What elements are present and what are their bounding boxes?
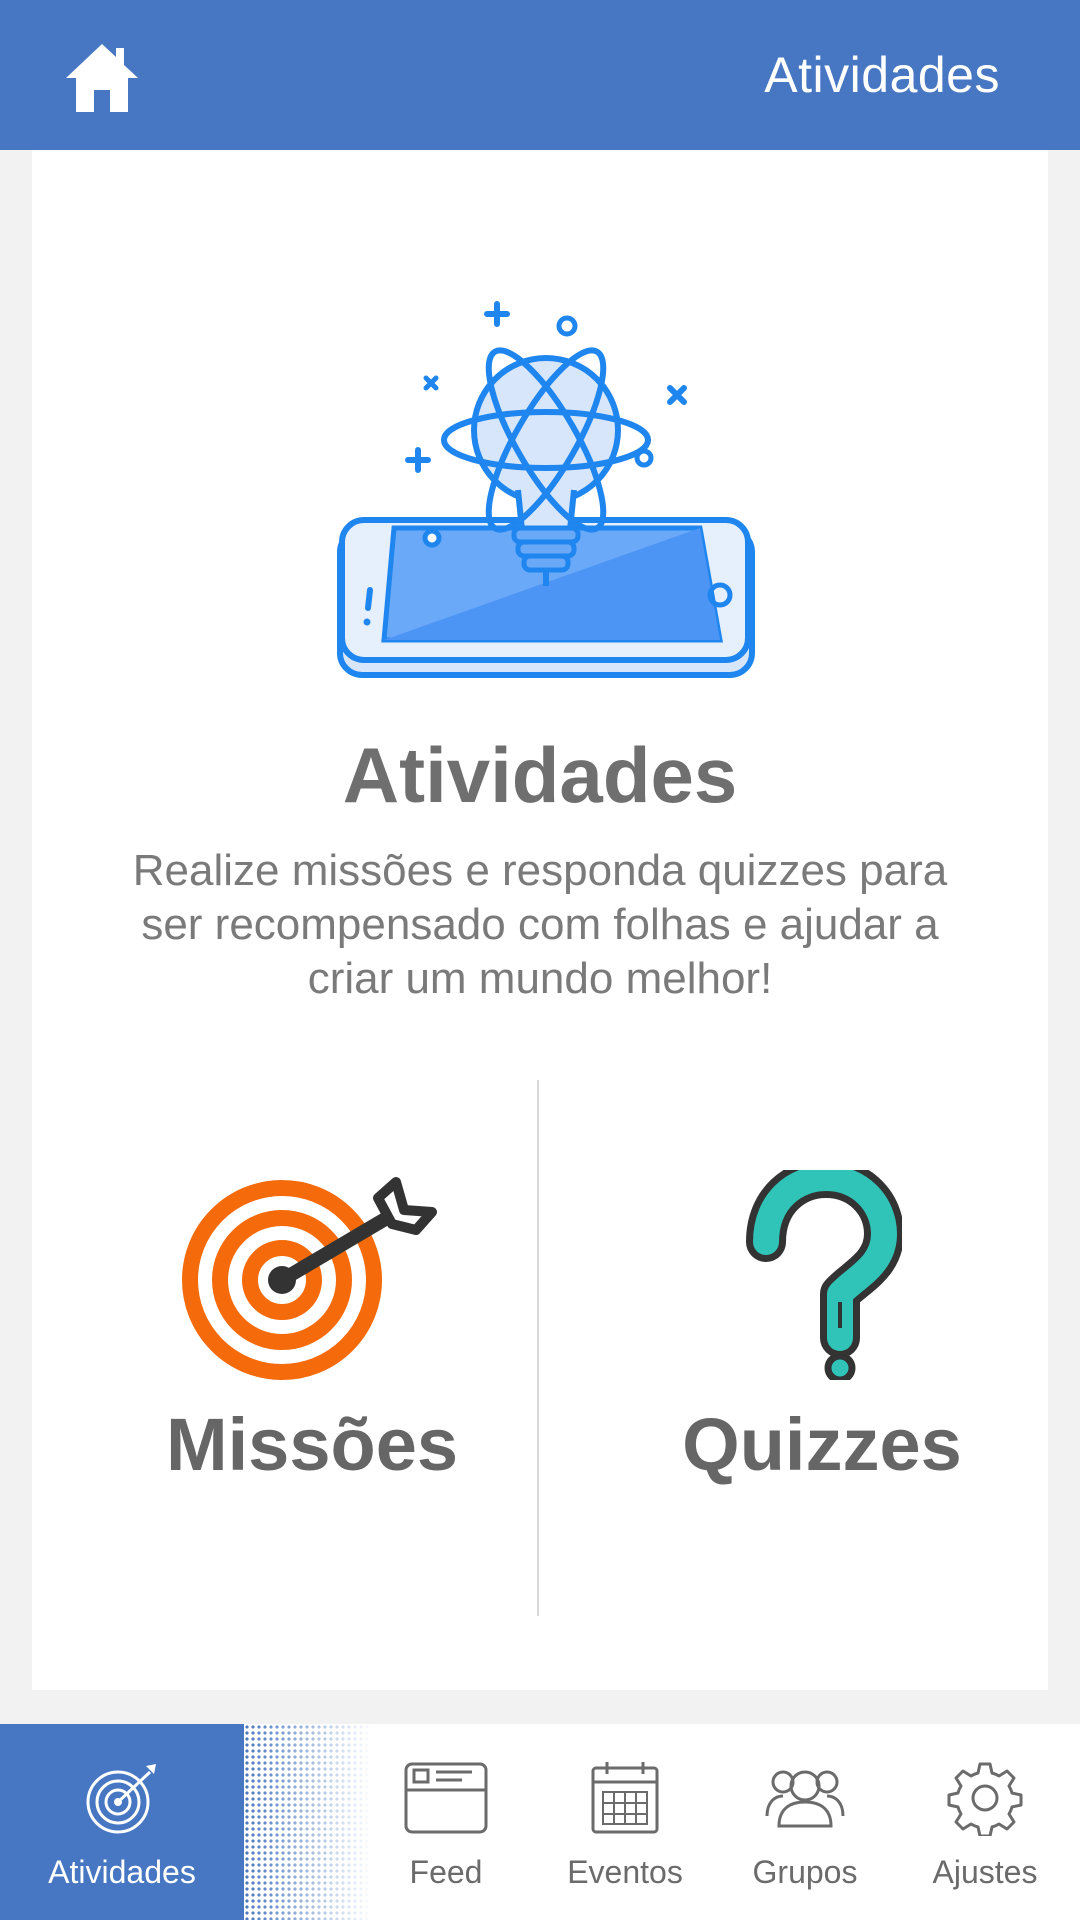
home-icon	[66, 44, 138, 112]
active-tab-dither	[244, 1724, 374, 1920]
nav-label: Eventos	[567, 1854, 683, 1890]
browser-window-icon	[404, 1762, 488, 1834]
quizzes-button[interactable]: Quizzes	[612, 1170, 1032, 1530]
missions-button[interactable]: Missões	[102, 1170, 522, 1530]
nav-item-feed[interactable]: Feed	[374, 1724, 518, 1920]
quizzes-label: Quizzes	[682, 1403, 962, 1486]
gear-icon	[947, 1762, 1023, 1836]
target-icon	[86, 1764, 156, 1834]
nav-item-eventos[interactable]: Eventos	[550, 1724, 700, 1920]
home-button[interactable]	[62, 38, 142, 118]
lightbulb-phone-illustration	[337, 301, 755, 678]
page-title: Atividades	[764, 47, 1000, 103]
divider	[537, 1080, 539, 1616]
users-icon	[765, 1770, 845, 1828]
app-header: Atividades	[0, 0, 1080, 150]
nav-label: Grupos	[752, 1854, 858, 1890]
nav-label: Ajustes	[932, 1854, 1038, 1890]
nav-item-atividades[interactable]: Atividades	[0, 1724, 244, 1920]
target-icon	[182, 1177, 437, 1380]
section-description: Realize missões e responda quizzes para …	[132, 846, 948, 1003]
bottom-navigation: Atividades Feed Eventos Grupos Ajustes	[0, 1724, 1080, 1920]
question-mark-icon	[746, 1170, 902, 1380]
nav-item-ajustes[interactable]: Ajustes	[910, 1724, 1060, 1920]
activities-card: Atividades Realize missões e responda qu…	[32, 150, 1048, 1690]
nav-label: Atividades	[48, 1854, 196, 1890]
nav-item-grupos[interactable]: Grupos	[730, 1724, 880, 1920]
nav-label: Feed	[409, 1854, 483, 1890]
calendar-icon	[591, 1762, 659, 1834]
missions-label: Missões	[165, 1403, 459, 1486]
section-heading: Atividades	[342, 731, 738, 819]
